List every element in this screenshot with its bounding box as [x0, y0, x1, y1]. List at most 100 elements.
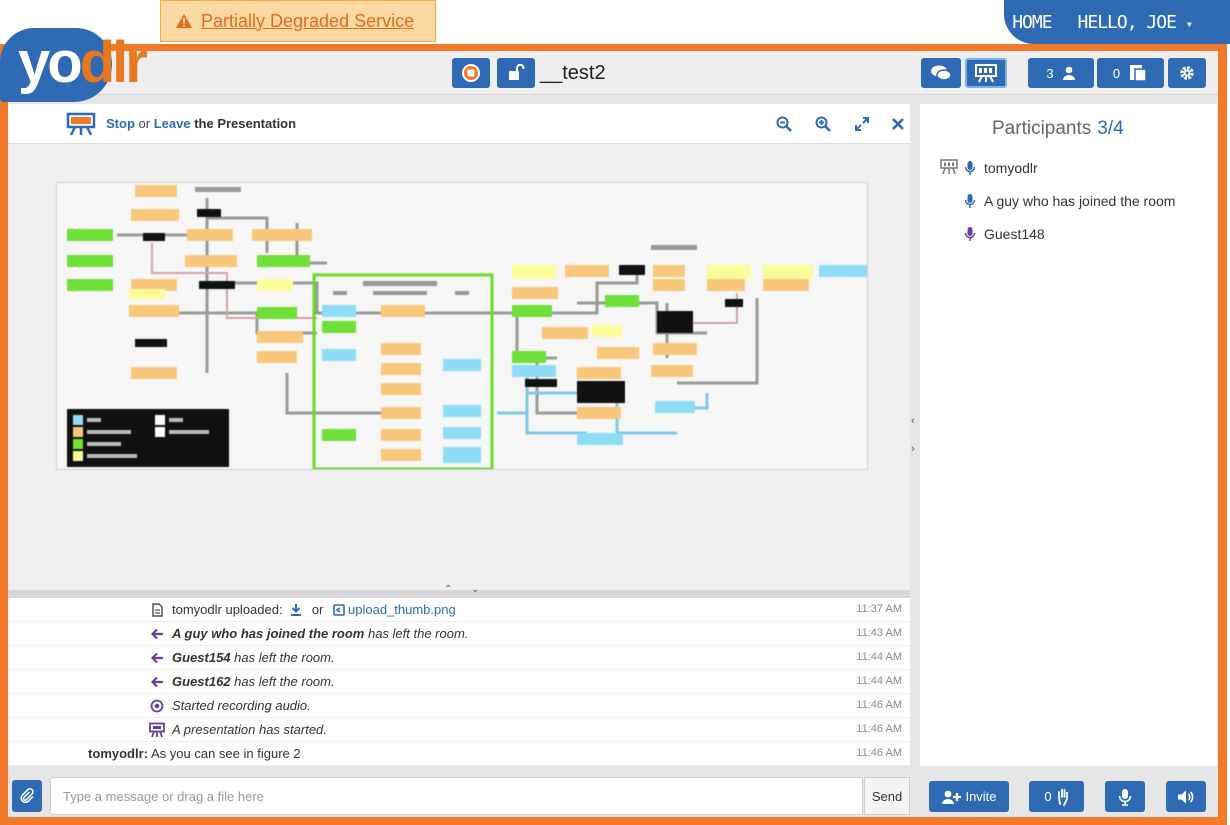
expand-icon[interactable]	[854, 116, 870, 132]
message-text: has left the room.	[364, 626, 469, 641]
chat-toggle-button[interactable]	[921, 58, 961, 88]
message-user: Guest162	[172, 674, 231, 689]
invite-label: Invite	[965, 789, 997, 804]
presentation-panel: Stop or Leave the Presentation	[8, 104, 910, 590]
microphone-icon	[1118, 788, 1132, 806]
user-menu[interactable]: HELLO, JOE ▾	[1077, 11, 1193, 33]
preview-icon[interactable]	[333, 604, 345, 616]
logo-text: yodlr	[18, 30, 148, 95]
unlock-icon	[509, 64, 525, 80]
message-text: As you can see in figure 2	[151, 746, 301, 761]
paperclip-icon	[20, 788, 34, 804]
chevron-up-icon[interactable]: ⌃	[444, 584, 452, 595]
presentation-toggle-button[interactable]	[965, 58, 1007, 88]
chat-log: tomyodlr uploaded: or upload_thumb.png 1…	[8, 598, 910, 766]
participants-title: Participants 3/4	[992, 118, 1124, 139]
record-icon	[150, 699, 164, 713]
nav-home-link[interactable]: HOME	[1012, 12, 1052, 33]
participant-name: Guest148	[984, 226, 1045, 242]
speaker-toggle-button[interactable]	[1166, 781, 1206, 812]
microphone-icon	[964, 227, 976, 241]
microphone-toggle-button[interactable]	[1105, 781, 1145, 812]
yodlr-logo[interactable]: yodlr	[0, 28, 160, 104]
attach-file-button[interactable]	[12, 780, 42, 812]
files-count: 0	[1112, 65, 1121, 81]
room-name: __test2	[540, 62, 606, 84]
degraded-service-alert: Partially Degraded Service	[160, 0, 436, 42]
stop-recording-button[interactable]	[452, 58, 490, 88]
stop-presentation-link[interactable]: Stop	[106, 116, 135, 131]
chat-message-input[interactable]: Type a message or drag a file here	[50, 777, 863, 815]
message-time: 11:43 AM	[856, 627, 902, 639]
settings-button[interactable]	[1168, 58, 1206, 88]
file-icon	[152, 603, 163, 617]
message-body: Guest162 has left the room.	[172, 674, 335, 689]
chat-message: A presentation has started. 11:46 AM	[8, 718, 910, 742]
participant-name: tomyodlr	[984, 160, 1038, 176]
presentation-header: Stop or Leave the Presentation	[8, 104, 910, 144]
files-icon	[1130, 65, 1147, 82]
add-user-icon	[942, 790, 962, 804]
message-body: A presentation has started.	[172, 722, 327, 737]
presentation-suffix: the Presentation	[194, 116, 297, 131]
message-time: 11:37 AM	[856, 603, 902, 615]
chat-message: Guest154 has left the room. 11:44 AM	[8, 646, 910, 670]
send-button[interactable]: Send	[864, 777, 910, 815]
chevron-right-icon[interactable]: ›	[911, 443, 915, 455]
participant-name: A guy who has joined the room	[984, 193, 1176, 209]
message-text: has left the room.	[230, 674, 335, 689]
leave-arrow-icon	[150, 676, 163, 688]
slide-diagram-image	[67, 185, 867, 469]
message-time: 11:46 AM	[856, 699, 902, 711]
chat-message: A guy who has joined the room has left t…	[8, 622, 910, 646]
panel-collapse-toggle[interactable]: ‹ ›	[911, 414, 915, 456]
chevron-down-icon: ▾	[1185, 16, 1193, 31]
message-time: 11:44 AM	[856, 651, 902, 663]
message-text: A presentation has started.	[172, 722, 327, 737]
download-icon[interactable]	[290, 603, 302, 616]
presentation-board-icon	[66, 112, 96, 136]
zoom-in-icon[interactable]	[815, 116, 831, 132]
files-count-button[interactable]: 0	[1097, 58, 1164, 88]
gear-icon	[1180, 66, 1194, 80]
or-text: or	[311, 602, 324, 617]
chat-message: tomyodlr: As you can see in figure 2 11:…	[8, 742, 910, 766]
chat-message: Started recording audio. 11:46 AM	[8, 694, 910, 718]
message-time: 11:46 AM	[856, 723, 902, 735]
presentation-title: Stop or Leave the Presentation	[106, 116, 296, 131]
invite-button[interactable]: Invite	[929, 781, 1009, 812]
message-user: Guest154	[172, 650, 231, 665]
presentation-slide	[56, 182, 868, 470]
degraded-service-link[interactable]: Partially Degraded Service	[201, 11, 414, 32]
leave-presentation-link[interactable]: Leave	[154, 116, 191, 131]
chat-bubbles-icon	[931, 65, 952, 81]
message-body: Guest154 has left the room.	[172, 650, 335, 665]
lock-room-button[interactable]	[497, 58, 535, 88]
presenter-icon	[940, 159, 958, 175]
record-stop-icon	[462, 64, 480, 82]
participants-count-button[interactable]: 3	[1028, 58, 1094, 88]
message-time: 11:46 AM	[856, 747, 902, 759]
message-user: A guy who has joined the room	[172, 626, 365, 641]
message-sender: tomyodlr:	[88, 746, 148, 761]
leave-arrow-icon	[150, 652, 163, 664]
microphone-icon	[964, 194, 976, 208]
message-body: A guy who has joined the room has left t…	[172, 626, 468, 641]
panel-splitter[interactable]: ⌃ ⌄	[8, 584, 910, 598]
chat-message: Guest162 has left the room. 11:44 AM	[8, 670, 910, 694]
chevron-down-icon[interactable]: ⌄	[471, 584, 479, 595]
user-greeting: HELLO, JOE	[1077, 11, 1177, 33]
raise-hand-button[interactable]: 0	[1029, 781, 1084, 812]
message-user: tomyodlr	[172, 602, 222, 617]
close-icon[interactable]	[890, 116, 906, 132]
message-body: Started recording audio.	[172, 698, 311, 713]
user-icon	[1062, 66, 1075, 80]
participants-count: 3	[1046, 65, 1054, 81]
zoom-out-icon[interactable]	[776, 116, 792, 132]
participants-count-label: 3/4	[1097, 118, 1124, 139]
top-nav: HOME HELLO, JOE ▾	[1004, 0, 1230, 44]
uploaded-file-link[interactable]: upload_thumb.png	[348, 602, 456, 617]
chevron-left-icon[interactable]: ‹	[911, 415, 915, 427]
message-text: uploaded:	[221, 602, 287, 617]
message-text: Started recording audio.	[172, 698, 311, 713]
